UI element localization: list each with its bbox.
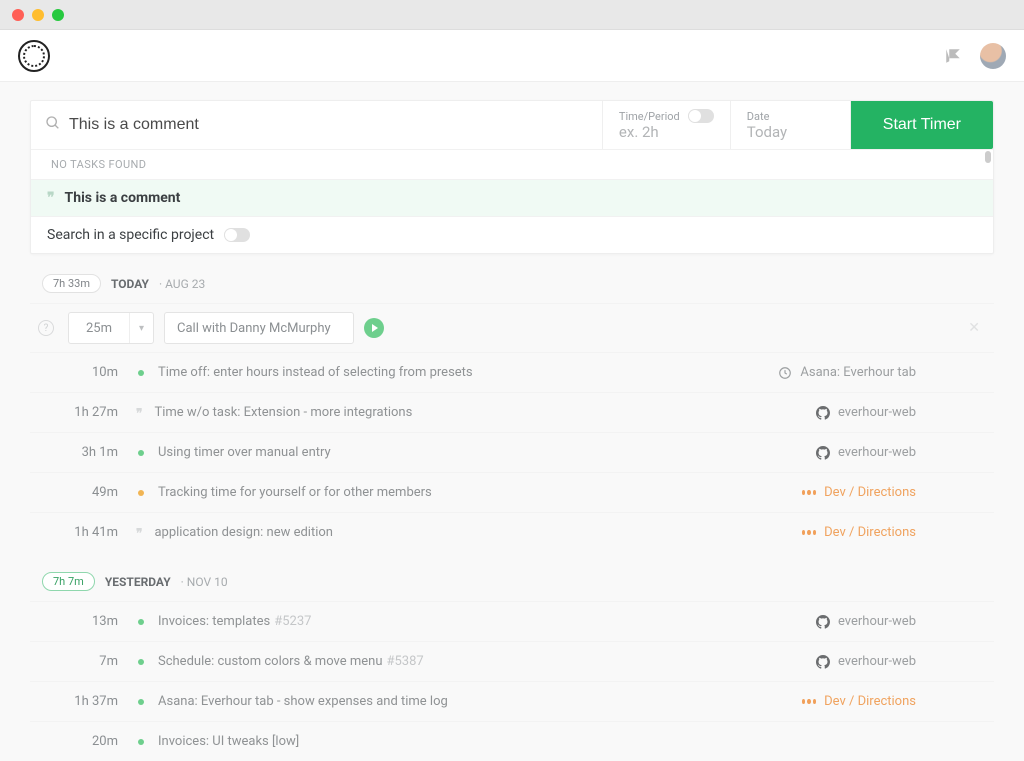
entry-task-text: Time off: enter hours instead of selecti… <box>158 365 772 380</box>
app-logo[interactable] <box>18 40 50 72</box>
running-task-text: Call with Danny McMurphy <box>177 321 331 336</box>
search-project-toggle[interactable] <box>224 228 250 242</box>
entry-task-text: Invoices: templates#5237 <box>158 614 810 629</box>
entry-duration: 13m <box>38 614 118 629</box>
time-entry-row[interactable]: 10m Time off: enter hours instead of sele… <box>30 352 994 392</box>
time-period-placeholder: ex. 2h <box>619 123 714 141</box>
time-period-toggle[interactable] <box>688 109 714 123</box>
yesterday-date: NOV 10 <box>187 575 228 589</box>
entry-task-text: Asana: Everhour tab - show expenses and … <box>158 694 796 709</box>
status-dot <box>138 450 144 456</box>
start-timer-button[interactable]: Start Timer <box>851 101 993 149</box>
app-top-bar <box>0 30 1024 82</box>
info-icon[interactable]: ? <box>38 320 54 336</box>
chevron-down-icon[interactable]: ▾ <box>129 313 153 343</box>
running-timer-row: ? 25m ▾ Call with Danny McMurphy ✕ <box>30 303 994 352</box>
entry-task-text: Schedule: custom colors & move menu#5387 <box>158 654 810 669</box>
time-entry-row[interactable]: 20m Invoices: UI tweaks [low] <box>30 721 994 761</box>
yesterday-total-badge: 7h 7m <box>42 572 95 591</box>
search-icon <box>45 115 61 135</box>
date-field[interactable]: Date Today <box>731 101 851 149</box>
running-task-box[interactable]: Call with Danny McMurphy <box>164 312 354 344</box>
minimize-window-dot[interactable] <box>32 9 44 21</box>
project-label[interactable]: everhour-web <box>816 405 986 420</box>
entry-duration: 1h 37m <box>38 694 118 709</box>
suggestion-search-project[interactable]: Search in a specific project <box>31 216 993 253</box>
time-entry-row[interactable]: 1h 27m ❞ Time w/o task: Extension - more i… <box>30 392 994 432</box>
maximize-window-dot[interactable] <box>52 9 64 21</box>
time-period-label: Time/Period <box>619 110 680 123</box>
close-window-dot[interactable] <box>12 9 24 21</box>
time-entry-row[interactable]: 3h 1m Using timer over manual entry everho… <box>30 432 994 472</box>
github-icon <box>816 446 830 460</box>
date-value: Today <box>747 123 834 141</box>
yesterday-label: YESTERDAY <box>105 575 171 589</box>
time-entry-row[interactable]: 1h 37m Asana: Everhour tab - show expense… <box>30 681 994 721</box>
entry-duration: 20m <box>38 734 118 749</box>
suggestion-comment[interactable]: ❞ This is a comment <box>31 179 993 216</box>
date-label: Date <box>747 110 834 123</box>
quote-icon: ❞ <box>47 190 55 206</box>
project-label[interactable]: everhour-web <box>816 614 986 629</box>
status-dot <box>138 370 144 376</box>
time-entry-row[interactable]: 7m Schedule: custom colors & move menu#53… <box>30 641 994 681</box>
entry-task-text: Invoices: UI tweaks [low] <box>158 734 986 749</box>
project-label[interactable]: Dev / Directions <box>802 485 986 500</box>
window-chrome <box>0 0 1024 30</box>
status-dot <box>138 490 144 496</box>
quote-icon: ❞ <box>136 406 142 420</box>
today-label: TODAY <box>111 277 149 291</box>
asana-icon <box>802 486 816 500</box>
section-yesterday-header: 7h 7m YESTERDAY · NOV 10 <box>30 552 994 601</box>
github-icon <box>816 615 830 629</box>
project-label[interactable]: Dev / Directions <box>802 694 986 709</box>
clock-icon <box>778 366 792 380</box>
status-dot <box>138 699 144 705</box>
entry-duration: 7m <box>38 654 118 669</box>
github-icon <box>816 406 830 420</box>
project-label[interactable]: Dev / Directions <box>802 525 986 540</box>
status-dot <box>138 659 144 665</box>
search-project-label: Search in a specific project <box>47 227 214 243</box>
project-label[interactable]: Asana: Everhour tab <box>778 365 986 380</box>
scrollbar-thumb[interactable] <box>985 151 991 163</box>
entry-task-text: Tracking time for yourself or for other … <box>158 485 796 500</box>
time-entry-row[interactable]: 1h 41m ❞ application design: new edition De… <box>30 512 994 552</box>
asana-icon <box>802 695 816 709</box>
today-date: AUG 23 <box>165 277 205 291</box>
dismiss-running-icon[interactable]: ✕ <box>968 320 980 336</box>
time-entry-row[interactable]: 49m Tracking time for yourself or for oth… <box>30 472 994 512</box>
entry-duration: 1h 41m <box>38 525 118 540</box>
time-period-field[interactable]: Time/Period ex. 2h <box>603 101 731 149</box>
play-button[interactable] <box>364 318 384 338</box>
entry-task-text: Using timer over manual entry <box>158 445 810 460</box>
section-today-header: 7h 33m TODAY · AUG 23 <box>30 254 994 303</box>
today-total-badge: 7h 33m <box>42 274 101 293</box>
entry-duration: 49m <box>38 485 118 500</box>
entry-task-text: Time w/o task: Extension - more integrat… <box>154 405 810 420</box>
entry-duration: 3h 1m <box>38 445 118 460</box>
quote-icon: ❞ <box>136 526 142 540</box>
project-label[interactable]: everhour-web <box>816 654 986 669</box>
suggestion-comment-text: This is a comment <box>65 190 181 206</box>
running-duration: 25m <box>69 321 129 336</box>
entry-task-text: application design: new edition <box>154 525 796 540</box>
task-input[interactable] <box>69 116 588 134</box>
running-duration-box[interactable]: 25m ▾ <box>68 312 154 344</box>
user-avatar[interactable] <box>980 43 1006 69</box>
new-entry-card: Time/Period ex. 2h Date Today Start Time… <box>30 100 994 254</box>
project-label[interactable]: everhour-web <box>816 445 986 460</box>
time-entry-row[interactable]: 13m Invoices: templates#5237 everhour-web <box>30 601 994 641</box>
entry-duration: 1h 27m <box>38 405 118 420</box>
no-tasks-found-label: NO TASKS FOUND <box>31 149 993 179</box>
notifications-icon[interactable] <box>944 47 962 65</box>
github-icon <box>816 655 830 669</box>
status-dot <box>138 619 144 625</box>
status-dot <box>138 739 144 745</box>
entry-duration: 10m <box>38 365 118 380</box>
asana-icon <box>802 526 816 540</box>
